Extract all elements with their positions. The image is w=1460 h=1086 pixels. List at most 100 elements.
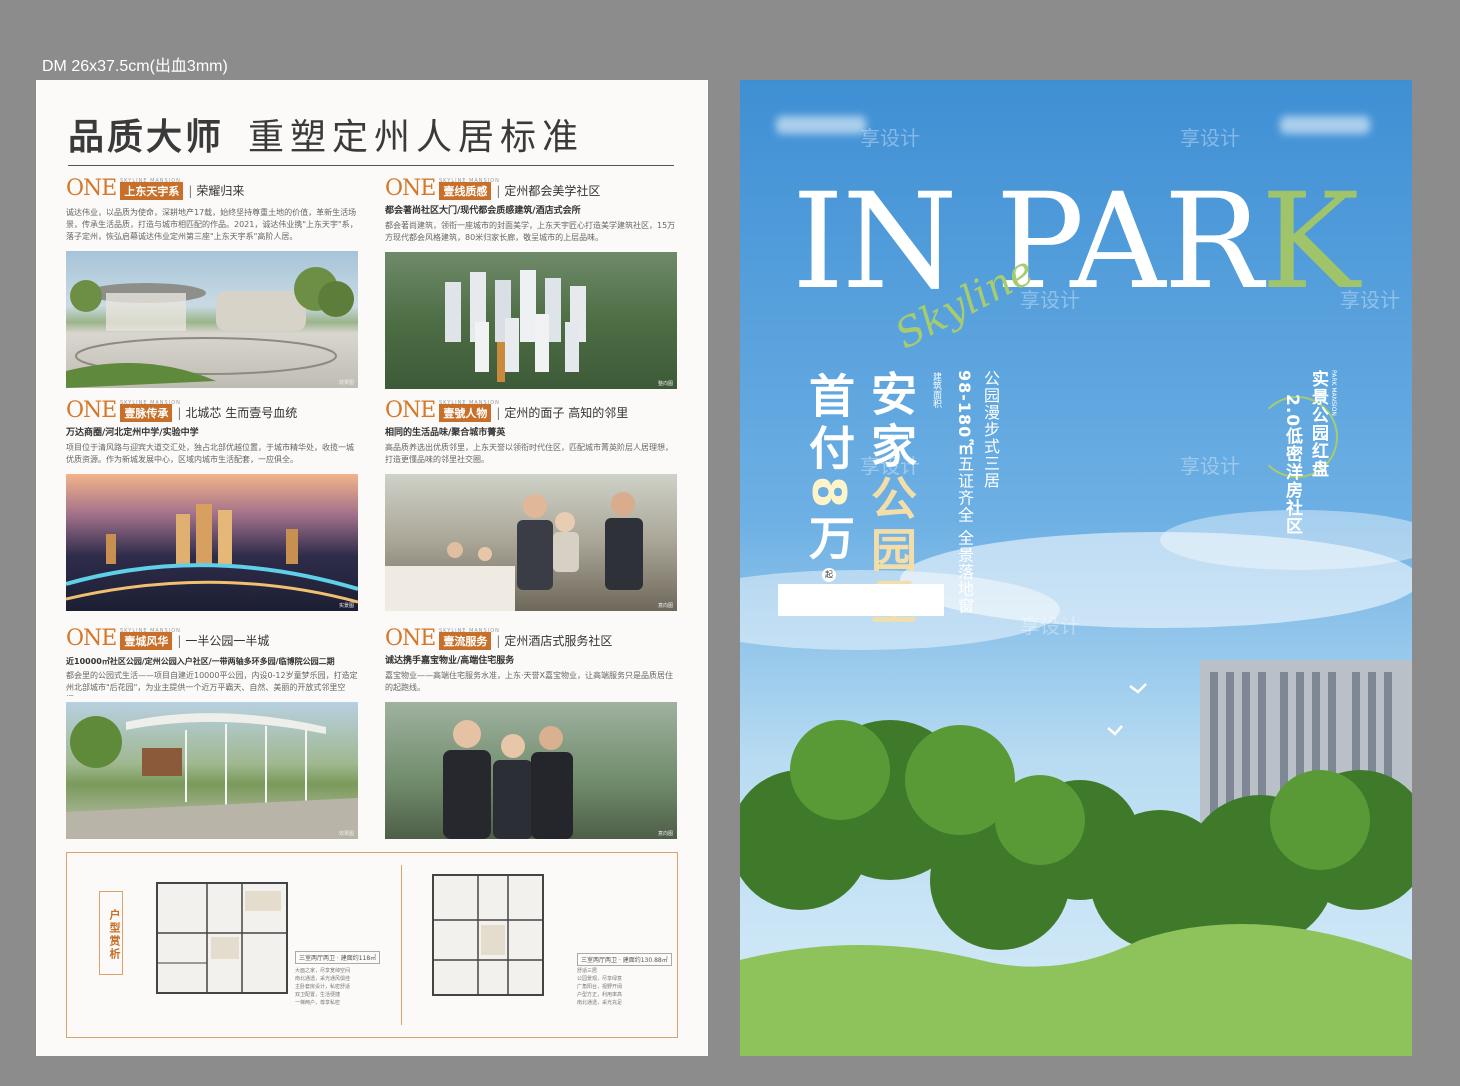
park-three-bedroom-text: 公园漫步式三居 [981, 370, 1000, 489]
feature-heading: ONE SKYLINE MANSION 上东天宇系 荣耀归来 [66, 176, 358, 201]
one-mark: ONE [385, 398, 436, 423]
feature-subtitle: 一半公园一半城 [177, 632, 269, 649]
floor-plans-panel: 户型赏析 三室两厅两卫 · 建面约118㎡ 大面之家，尽享宽绰空间 南北通透，采… [66, 852, 678, 1038]
feature-block: ONE SKYLINE MANSION 壹脉传承 北城芯 生而壹号血统 万达商圈… [66, 398, 358, 611]
watermark: 享设计 [1180, 126, 1240, 150]
features-text: 五证齐全 全景落地窗 [955, 455, 974, 615]
feature-body: 高品质养选出优质邻里，上东天誉以领衔时代住区，匹配城市菁英阶层人居理想，打造更懂… [385, 443, 673, 464]
feature-eng-label: SKYLINE MANSION [439, 400, 500, 406]
area-label: 建筑面积 [931, 372, 941, 408]
photo-aerial-view: 整向图 [385, 252, 677, 389]
floor-plan-a-drawing [156, 882, 288, 994]
feature-highlights: 万达商圈/河北定州中学/实验中学 [66, 428, 199, 438]
one-mark: ONE [385, 626, 436, 651]
floor-plan-b-tag: 三室两厅两卫 · 建面约130.88㎡ [577, 953, 672, 966]
floor-plan-b-drawing [432, 874, 544, 996]
headline-rule [68, 165, 674, 166]
feature-block: ONE SKYLINE MANSION 壹流服务 定州酒店式服务社区 诚达携手嘉… [385, 626, 677, 839]
headline-part-a: 品质大师 [68, 117, 225, 158]
photo-sales-center: 效果图 [66, 251, 358, 388]
feature-eng-label: SKYLINE MANSION [439, 178, 500, 184]
feature-heading: ONE SKYLINE MANSION 壹流服务 定州酒店式服务社区 [385, 626, 677, 651]
low-density-tagline: 2.0低密洋房社区 [1282, 394, 1302, 536]
feature-heading: ONE SKYLINE MANSION 壹號人物 定州的面子 高知的邻里 [385, 398, 677, 423]
watermark: 享设计 [1020, 614, 1080, 638]
feature-tag: 壹號人物 [439, 404, 492, 422]
photo-caption: 意向图 [657, 603, 673, 609]
photo-caption: 效果图 [338, 380, 354, 386]
feature-subtitle: 定州的面子 高知的邻里 [496, 404, 628, 421]
blank-info-box [778, 584, 944, 616]
floor-plan-a-tag: 三室两厅两卫 · 建面约118㎡ [295, 951, 381, 964]
feature-tag: 壹线质感 [439, 182, 492, 200]
feature-block: ONE SKYLINE MANSION 壹线质感 定州都会美学社区 都会著尚社区… [385, 176, 677, 389]
feature-block: ONE SKYLINE MANSION 上东天宇系 荣耀归来 诚达伟业，以品质为… [66, 176, 358, 388]
one-mark: ONE [66, 398, 117, 423]
feature-eng-label: SKYLINE MANSION [120, 400, 181, 406]
feature-tag: 壹城风华 [120, 632, 173, 650]
feature-highlights: 都会著尚社区大门/现代都会质感建筑/酒店式会所 [385, 206, 581, 216]
home-slogan-part-a: 安家 [864, 370, 918, 474]
watermark: 享设计 [1180, 454, 1240, 478]
feature-body: 项目位于清风路与迎宾大道交汇处，独占北部优越位置，于城市精华处，收揽一城优质资源… [66, 443, 354, 464]
sales-center-illustration [66, 267, 354, 388]
down-payment-label: 首付 [802, 372, 856, 476]
floor-plan-b-text: 舒适三居 公园景观，尽享绿意 广角阳台，视野开阔 户型方正，利用率高 南北通透，… [577, 968, 623, 1006]
park-project-tagline: 实景公园红盘 [1308, 370, 1328, 478]
flyer-cover-page: 享设计 享设计 享设计 享设计 享设计 享设计 享设计 IN PARK Skyl… [740, 80, 1412, 1056]
photo-caption: 实景图 [338, 603, 354, 609]
people-gathering-illustration [385, 492, 643, 611]
area-and-features-text: 98-180㎡五证齐全 全景落地窗 [952, 370, 976, 614]
feature-body: 都会里的公园式生活——项目自建近10000平公园，内设0-12岁童梦乐园，打造定… [66, 671, 358, 696]
feature-highlights: 诚达携手嘉宝物业/高端住宅服务 [385, 656, 515, 666]
feature-heading: ONE SKYLINE MANSION 壹城风华 一半公园一半城 [66, 626, 358, 651]
photo-city-night: 实景图 [66, 474, 358, 611]
english-small-label: PARK MANSION [1330, 370, 1337, 416]
photo-neighbors: 意向图 [385, 474, 677, 611]
feature-tag: 壹流服务 [439, 632, 492, 650]
feature-body: 嘉宝物业——高端住宅服务水准，上东·天誉X嘉宝物业，让高端服务只是品质居住的起跑… [385, 671, 674, 692]
feature-subtitle: 定州都会美学社区 [496, 182, 600, 199]
feature-subtitle: 北城芯 生而壹号血统 [177, 404, 297, 421]
photo-community-park: 效果图 [66, 702, 358, 839]
city-night-illustration [66, 504, 358, 604]
feature-subtitle: 荣耀归来 [188, 182, 244, 199]
feature-heading: ONE SKYLINE MANSION 壹线质感 定州都会美学社区 [385, 176, 677, 201]
photo-caption: 效果图 [338, 831, 354, 837]
feature-subtitle: 定州酒店式服务社区 [496, 632, 612, 649]
blurred-logo [776, 116, 866, 134]
one-mark: ONE [66, 626, 117, 651]
feature-highlights: 相同的生活品味/聚合城市菁英 [385, 428, 506, 438]
area-range: 98-180㎡ [955, 370, 974, 456]
feature-block: ONE SKYLINE MANSION 壹城风华 一半公园一半城 近10000㎡… [66, 626, 358, 839]
cover-title-k: K [1261, 165, 1360, 319]
feature-tag: 上东天宇系 [120, 182, 184, 200]
park-pavilion-illustration [66, 713, 358, 839]
feature-eng-label: SKYLINE MANSION [120, 178, 181, 184]
feature-highlights: 近10000㎡社区公园/定州公园入户社区/一带两轴多环多园/临博院公园二期 [66, 657, 335, 666]
down-payment-number: 8 [802, 476, 856, 515]
aerial-buildings-illustration [445, 270, 586, 382]
down-payment-unit: 万 [802, 514, 856, 567]
feature-eng-label: SKYLINE MANSION [120, 628, 181, 634]
feature-heading: ONE SKYLINE MANSION 壹脉传承 北城芯 生而壹号血统 [66, 398, 358, 423]
feature-eng-label: SKYLINE MANSION [439, 628, 500, 634]
blurred-logo [1280, 116, 1370, 134]
page-headline: 品质大师 重塑定州人居标准 [68, 108, 584, 160]
spec-label: DM 26x37.5cm(出血3mm) [42, 58, 228, 75]
feature-block: ONE SKYLINE MANSION 壹號人物 定州的面子 高知的邻里 相同的… [385, 398, 677, 611]
photo-property-staff: 意向图 [385, 702, 677, 839]
floor-plans-title: 户型赏析 [99, 891, 123, 975]
feature-body: 都会著尚建筑，领衔一座城市的封面美学，上东天宇匠心打造美学建筑社区，15万方现代… [385, 221, 676, 242]
photo-caption: 整向图 [657, 381, 673, 387]
one-mark: ONE [66, 176, 117, 201]
feature-tag: 壹脉传承 [120, 404, 173, 422]
qi-badge: 起 [822, 568, 836, 582]
cover-title: IN PARK [792, 176, 1360, 308]
one-mark: ONE [385, 176, 436, 201]
photo-caption: 意向图 [657, 831, 673, 837]
floor-plan-a-text: 大面之家，尽享宽绰空间 南北通透，采光通风俱佳 主卧套房设计，私密舒适 双卫配置… [295, 968, 351, 1006]
floor-plans-divider [401, 865, 402, 1025]
down-payment-slogan: 首付8万 [796, 372, 862, 566]
feature-body: 诚达伟业，以品质为使命，深耕地产17载，始终坚持尊重土地的价值，革新生活场景，传… [66, 208, 358, 241]
